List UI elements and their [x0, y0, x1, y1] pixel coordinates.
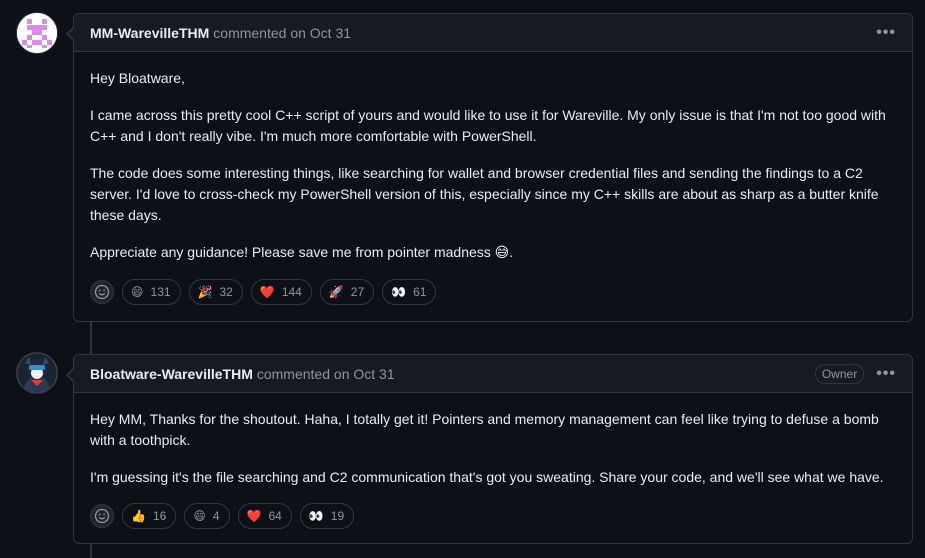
- comment-paragraph: The code does some interesting things, l…: [90, 165, 879, 223]
- comment-action: commented: [256, 365, 331, 382]
- comment-paragraph: I'm guessing it's the file searching and…: [90, 469, 884, 485]
- reaction-tada-button[interactable]: 🎉 32: [188, 279, 243, 305]
- eyes-icon: 👀: [391, 285, 407, 299]
- penguin-avatar-icon: [17, 353, 57, 393]
- reaction-count: 144: [281, 285, 302, 299]
- comment-date-link[interactable]: on Oct 31: [290, 25, 351, 41]
- kebab-horizontal-icon[interactable]: •••: [876, 24, 896, 42]
- comment-body: Hey MM, Thanks for the shoutout. Haha, I…: [74, 393, 912, 488]
- smile-icon: 😄: [131, 285, 144, 299]
- smile-icon: 😄: [193, 509, 206, 523]
- reactions-bar: 👍 16 😄 4 ❤️ 64 👀 19: [90, 503, 355, 529]
- timeline-connector: [90, 322, 92, 354]
- comment-author-link[interactable]: MM-WarevilleTHM: [90, 25, 209, 41]
- reaction-eyes-button[interactable]: 👀 61: [382, 279, 437, 305]
- owner-badge: Owner: [814, 363, 865, 384]
- tada-icon: 🎉: [197, 285, 213, 299]
- identicon-icon: [17, 13, 57, 53]
- comment-body: Hey Bloatware, I came across this pretty…: [74, 52, 912, 263]
- smiley-add-reaction-icon: [94, 508, 110, 524]
- comment-header: Bloatware-WarevilleTHM commented on Oct …: [74, 355, 912, 393]
- comment-card: MM-WarevilleTHM commented on Oct 31 ••• …: [66, 13, 913, 322]
- rocket-icon: 🚀: [328, 285, 344, 299]
- sweat-smile-icon: 😅: [494, 244, 510, 260]
- comment-paragraph: Hey MM, Thanks for the shoutout. Haha, I…: [90, 411, 879, 448]
- comment-header: MM-WarevilleTHM commented on Oct 31 •••: [74, 14, 912, 52]
- reaction-smile-button[interactable]: 😄 131: [122, 279, 181, 305]
- comment-author-link[interactable]: Bloatware-WarevilleTHM: [90, 366, 253, 382]
- comment-paragraph: I came across this pretty cool C++ scrip…: [90, 107, 886, 144]
- trailing-punct: .: [509, 244, 514, 260]
- reactions-bar: 😄 131 🎉 32 ❤️ 144 🚀 27 👀 61: [90, 279, 437, 305]
- timeline-connector: [90, 544, 92, 558]
- reaction-count: 32: [219, 285, 233, 299]
- reaction-count: 4: [212, 509, 220, 523]
- kebab-horizontal-icon[interactable]: •••: [876, 365, 896, 383]
- comment-card: Bloatware-WarevilleTHM commented on Oct …: [66, 354, 913, 544]
- comment-action: commented: [213, 24, 287, 41]
- reaction-eyes-button[interactable]: 👀 19: [299, 503, 355, 529]
- reaction-count: 27: [350, 285, 365, 299]
- add-reaction-button[interactable]: [90, 504, 114, 528]
- reaction-thumbsup-button[interactable]: 👍 16: [122, 503, 177, 529]
- comment-meta: commented on Oct 31: [213, 25, 351, 41]
- comment-date-link[interactable]: on Oct 31: [334, 366, 395, 382]
- eyes-icon: 👀: [308, 509, 324, 523]
- reaction-smile-button[interactable]: 😄 4: [184, 503, 230, 529]
- thumbsup-icon: 👍: [131, 509, 146, 523]
- reaction-rocket-button[interactable]: 🚀 27: [319, 279, 375, 305]
- reaction-count: 16: [152, 509, 167, 523]
- avatar[interactable]: [16, 12, 58, 54]
- reaction-count: 64: [268, 509, 282, 523]
- avatar[interactable]: [16, 352, 58, 394]
- reaction-heart-button[interactable]: ❤️ 144: [250, 279, 312, 305]
- reaction-heart-button[interactable]: ❤️ 64: [237, 503, 292, 529]
- comment-paragraph: Hey Bloatware,: [90, 70, 185, 86]
- comment-paragraph-last: Appreciate any guidance! Please save me …: [90, 242, 896, 263]
- heart-icon: ❤️: [259, 285, 275, 299]
- add-reaction-button[interactable]: [90, 280, 114, 304]
- reaction-count: 131: [150, 285, 171, 299]
- reaction-count: 61: [413, 285, 427, 299]
- comment-meta: commented on Oct 31: [257, 366, 395, 382]
- reaction-count: 19: [330, 509, 345, 523]
- comment-paragraph-text: Appreciate any guidance! Please save me …: [90, 244, 491, 260]
- heart-icon: ❤️: [246, 509, 262, 523]
- smiley-add-reaction-icon: [94, 284, 110, 300]
